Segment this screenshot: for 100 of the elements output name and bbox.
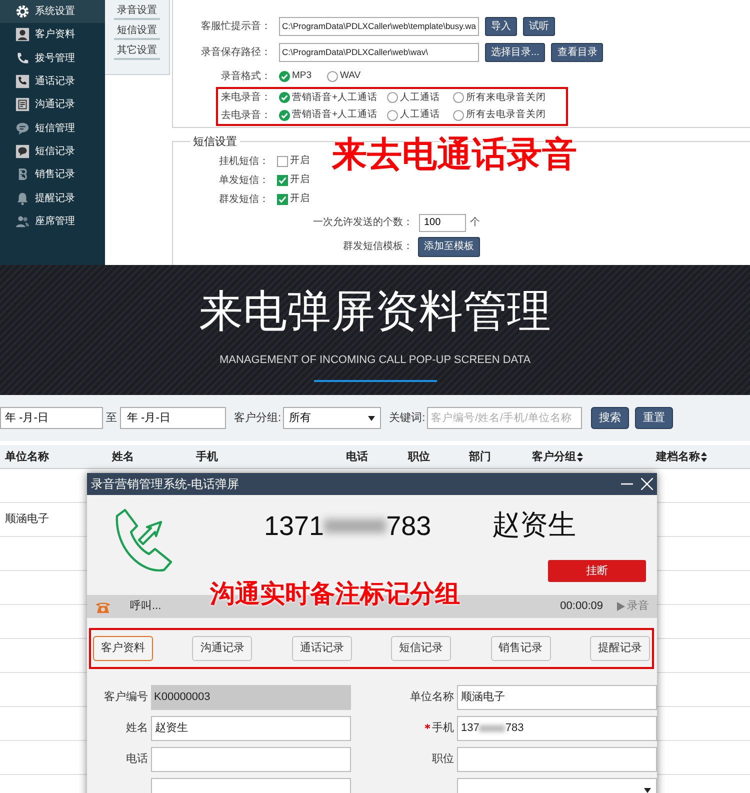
radio-empty-icon: [453, 110, 464, 121]
phone-card-icon: [15, 74, 30, 90]
radio-option[interactable]: WAV: [327, 68, 375, 84]
column-header[interactable]: 建档名称: [656, 449, 700, 466]
column-header[interactable]: 电话: [346, 449, 368, 466]
tab[interactable]: 沟通记录: [192, 636, 252, 661]
call-timer: 00:00:09: [560, 599, 603, 614]
radio-empty-icon: [387, 92, 398, 104]
radio-empty-icon: [327, 70, 338, 82]
sidebar-item[interactable]: 提醒记录: [0, 186, 105, 210]
text-field[interactable]: [457, 747, 657, 772]
filter-button[interactable]: 搜索: [591, 407, 630, 429]
tab[interactable]: 提醒记录: [590, 636, 650, 661]
document-icon: [15, 97, 30, 112]
field-label: 去电录音：: [220, 108, 271, 123]
action-button[interactable]: 查看目录: [551, 42, 604, 62]
radio-option[interactable]: 所有来电录音关闭: [453, 90, 563, 105]
text-field[interactable]: 赵资生: [151, 716, 351, 741]
submenu-item[interactable]: 录音设置: [114, 2, 160, 20]
hangup-button[interactable]: 挂断: [548, 560, 646, 582]
radio-option[interactable]: 所有去电录音关闭: [453, 108, 563, 122]
phone-field[interactable]: 137 783: [457, 716, 657, 741]
radio-option[interactable]: 营销语音+人工通话: [279, 90, 387, 105]
column-header[interactable]: 部门: [469, 449, 491, 466]
submenu-item[interactable]: 短信设置: [114, 22, 160, 40]
table-cell-text: 顺涵电子: [5, 512, 49, 528]
radio-checked-icon: [279, 70, 290, 82]
checkbox[interactable]: 开启: [277, 173, 310, 188]
checkbox[interactable]: 开启: [277, 192, 310, 207]
field-label: 客户编号: [104, 690, 148, 706]
tab[interactable]: 销售记录: [490, 636, 551, 661]
radio-option[interactable]: 营销语音+人工通话: [279, 108, 387, 122]
banner-subtitle: MANAGEMENT OF INCOMING CALL POP-UP SCREEN DATA: [219, 353, 531, 368]
dropdown-caret-icon: [368, 416, 376, 420]
column-header[interactable]: 手机: [196, 449, 218, 466]
field-label: 姓名: [126, 721, 148, 736]
tab[interactable]: 短信记录: [391, 636, 452, 661]
radio-option[interactable]: MP3: [279, 68, 327, 84]
sidebar-item[interactable]: 通话记录: [0, 70, 105, 94]
unit-label: 个: [470, 216, 480, 230]
action-button[interactable]: 导入: [485, 16, 517, 36]
date-field[interactable]: 年 -月-日: [120, 407, 226, 429]
sidebar-item[interactable]: 系统设置: [0, 0, 105, 24]
radio-option[interactable]: 人工通话: [387, 90, 453, 105]
contact-card-icon: [15, 27, 30, 42]
sidebar-item[interactable]: 沟通记录: [0, 93, 105, 116]
checkbox-checked-icon: [277, 194, 288, 205]
count-field[interactable]: 100: [419, 214, 466, 232]
blur-patch: [479, 725, 506, 732]
people-icon: [15, 214, 30, 229]
column-header[interactable]: 职位: [408, 449, 430, 466]
bell-icon: [15, 190, 30, 206]
sidebar-item[interactable]: 座席管理: [0, 210, 105, 233]
path-field[interactable]: C:\ProgramData\PDLXCaller\web\wav\: [279, 42, 479, 62]
annotation-text: 来去电通话录音: [332, 137, 577, 172]
sidebar-item[interactable]: 短信记录: [0, 140, 105, 164]
group-select[interactable]: 所有: [283, 407, 382, 429]
chat-bubble-icon: [15, 120, 30, 136]
column-header[interactable]: 客户分组: [532, 449, 576, 466]
filter-button[interactable]: 重置: [635, 407, 674, 429]
action-button[interactable]: 试听: [523, 16, 555, 36]
radio-empty-icon: [387, 110, 398, 121]
tab[interactable]: 客户资料: [93, 636, 153, 661]
sidebar-item[interactable]: 短信管理: [0, 116, 105, 140]
path-field[interactable]: C:\ProgramData\PDLXCaller\web\template\busy.wa: [279, 16, 479, 36]
tab[interactable]: 通话记录: [292, 636, 352, 661]
dropdown-caret-icon: [644, 788, 651, 793]
window-title: 录音营销管理系统-电话弹屏: [91, 476, 240, 493]
text-field[interactable]: [151, 747, 351, 772]
field-label: 挂机短信：: [218, 154, 269, 169]
sidebar-item[interactable]: 销售记录: [0, 163, 105, 186]
annotation-text: 沟通实时备注标记分组: [210, 582, 460, 607]
action-button[interactable]: 选择目录...: [485, 42, 546, 62]
readonly-field[interactable]: K00000003: [151, 685, 351, 710]
field-label: 单发短信：: [218, 174, 269, 188]
add-template-button[interactable]: 添加至模板: [418, 236, 480, 257]
filter-label: 客户分组:: [234, 410, 282, 426]
column-header[interactable]: 单位名称: [5, 449, 49, 466]
chat-card-icon: [15, 144, 30, 159]
sort-icon: [577, 452, 583, 462]
field-label: 群发短信：: [218, 192, 269, 207]
radio-option[interactable]: 人工通话: [387, 108, 453, 122]
radio-checked-icon: [279, 110, 290, 121]
sidebar-item[interactable]: 拨号管理: [0, 46, 105, 70]
call-status: 呼叫...: [130, 599, 162, 614]
text-field[interactable]: 顺涵电子: [457, 685, 657, 710]
sidebar-item[interactable]: 客户资料: [0, 23, 105, 47]
checkbox-empty-icon: [277, 156, 288, 167]
field-label: 来电录音：: [220, 90, 271, 106]
field-label: 群发短信模板：: [342, 240, 413, 254]
field-label: 手机: [432, 721, 454, 736]
checkbox[interactable]: 开启: [277, 154, 310, 169]
radio-checked-icon: [279, 92, 290, 104]
submenu-item[interactable]: 其它设置: [114, 42, 160, 60]
play-icon: [617, 602, 625, 611]
date-field[interactable]: 年 -月-日: [0, 407, 103, 429]
field-label: 职位: [432, 752, 454, 768]
keyword-field[interactable]: 客户编号/姓名/手机/单位名称: [427, 407, 582, 429]
separator-label: 至: [106, 410, 117, 426]
column-header[interactable]: 姓名: [112, 449, 134, 466]
